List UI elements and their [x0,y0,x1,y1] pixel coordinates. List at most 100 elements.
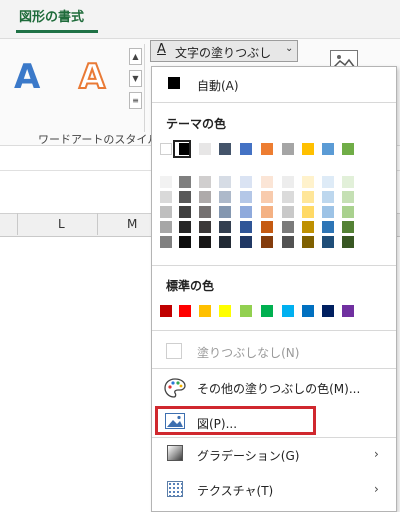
no-fill-item[interactable]: 塗りつぶしなし(N) [197,344,299,361]
column-header-L[interactable]: L [58,217,65,231]
wordart-gallery-more-button[interactable]: ≡ [129,92,142,109]
theme-shade-swatch[interactable] [179,236,191,248]
theme-color-swatch[interactable] [261,143,273,155]
image-icon-graphic [165,413,185,429]
theme-shade-swatch[interactable] [179,206,191,218]
theme-shade-swatch[interactable] [219,191,231,203]
theme-shade-swatch[interactable] [199,206,211,218]
theme-shade-swatch[interactable] [302,236,314,248]
theme-shade-swatch[interactable] [342,236,354,248]
theme-shade-swatch[interactable] [261,206,273,218]
theme-shade-swatch[interactable] [199,176,211,188]
theme-color-swatch[interactable] [322,143,334,155]
standard-color-swatch[interactable] [282,305,294,317]
standard-color-swatch[interactable] [240,305,252,317]
menu-separator [152,265,396,266]
theme-shade-swatch[interactable] [179,191,191,203]
theme-shade-swatch[interactable] [302,176,314,188]
theme-shade-swatch[interactable] [160,236,172,248]
wordart-group-label: ワードアートのスタイル [38,133,159,146]
theme-shade-swatch[interactable] [160,176,172,188]
theme-shade-swatch[interactable] [302,221,314,233]
theme-shade-swatch[interactable] [240,176,252,188]
theme-shade-swatch[interactable] [219,206,231,218]
theme-shade-swatch[interactable] [342,176,354,188]
theme-color-swatch[interactable] [240,143,252,155]
theme-shade-swatch[interactable] [282,236,294,248]
theme-shade-swatch[interactable] [322,176,334,188]
theme-shade-swatch[interactable] [302,191,314,203]
column-header-M[interactable]: M [127,217,137,231]
standard-color-swatch[interactable] [322,305,334,317]
standard-color-swatch[interactable] [179,305,191,317]
wordart-style-orange-outline[interactable]: A [78,59,106,95]
wordart-style-blue[interactable]: A [14,60,40,94]
submenu-arrow-icon: › [374,482,379,496]
wordart-scroll-down-button[interactable]: ▼ [129,70,142,87]
theme-shade-swatch[interactable] [261,176,273,188]
theme-shade-swatch[interactable] [322,221,334,233]
standard-color-swatch[interactable] [199,305,211,317]
theme-shade-swatch[interactable] [240,236,252,248]
theme-shade-swatch[interactable] [160,221,172,233]
standard-color-swatch[interactable] [342,305,354,317]
theme-shade-swatch[interactable] [322,236,334,248]
theme-shade-swatch[interactable] [322,206,334,218]
standard-color-swatch[interactable] [261,305,273,317]
theme-shade-swatch[interactable] [199,191,211,203]
theme-shade-swatch[interactable] [261,221,273,233]
chevron-down-icon: ⌄ [285,43,294,54]
theme-shade-swatch[interactable] [219,236,231,248]
theme-shade-swatch[interactable] [302,206,314,218]
text-fill-icon: A [157,42,166,57]
standard-color-swatch[interactable] [219,305,231,317]
standard-color-swatch[interactable] [302,305,314,317]
theme-shade-swatch[interactable] [282,221,294,233]
picture-fill-item[interactable]: 図(P)... [197,415,237,432]
theme-color-swatch[interactable] [282,143,294,155]
theme-shade-swatch[interactable] [199,221,211,233]
theme-shade-swatch[interactable] [179,176,191,188]
chevron-down-icon: ▼ [132,74,139,83]
theme-shade-swatch[interactable] [240,206,252,218]
theme-shade-swatch[interactable] [160,206,172,218]
theme-color-swatch[interactable] [342,143,354,155]
theme-shade-swatch[interactable] [282,176,294,188]
automatic-color-label[interactable]: 自動(A) [197,77,239,94]
theme-shade-swatch[interactable] [261,236,273,248]
theme-shade-swatch[interactable] [342,191,354,203]
theme-shade-swatch[interactable] [240,221,252,233]
selected-color-frame [173,140,191,158]
theme-shade-swatch[interactable] [179,221,191,233]
theme-color-swatch[interactable] [160,143,172,155]
menu-separator [152,437,396,438]
theme-shade-swatch[interactable] [219,176,231,188]
theme-shade-swatch[interactable] [199,236,211,248]
theme-shade-swatch[interactable] [342,206,354,218]
submenu-arrow-icon: › [374,447,379,461]
no-fill-swatch [166,343,182,359]
theme-shade-swatch[interactable] [261,191,273,203]
standard-color-swatch[interactable] [160,305,172,317]
column-divider [17,213,18,235]
theme-shade-swatch[interactable] [322,191,334,203]
theme-color-swatch[interactable] [199,143,211,155]
theme-shade-swatch[interactable] [342,221,354,233]
theme-color-swatch[interactable] [302,143,314,155]
menu-separator [152,330,396,331]
theme-shade-swatch[interactable] [282,206,294,218]
wordart-scroll-up-button[interactable]: ▲ [129,48,142,65]
texture-item[interactable]: テクスチャ(T) [197,482,273,499]
theme-shade-swatch[interactable] [282,191,294,203]
more-fill-colors-item[interactable]: その他の塗りつぶしの色(M)... [197,380,360,397]
tab-shape-format[interactable]: 図形の書式 [19,6,84,25]
theme-shade-swatch[interactable] [219,221,231,233]
theme-color-swatch[interactable] [219,143,231,155]
texture-icon [167,481,183,497]
gradient-item[interactable]: グラデーション(G) [197,447,299,464]
automatic-color-swatch[interactable] [168,77,180,89]
theme-colors-title: テーマの色 [166,117,227,131]
theme-shade-swatch[interactable] [160,191,172,203]
theme-shade-swatch[interactable] [240,191,252,203]
text-fill-label: 文字の塗りつぶし [175,46,272,60]
